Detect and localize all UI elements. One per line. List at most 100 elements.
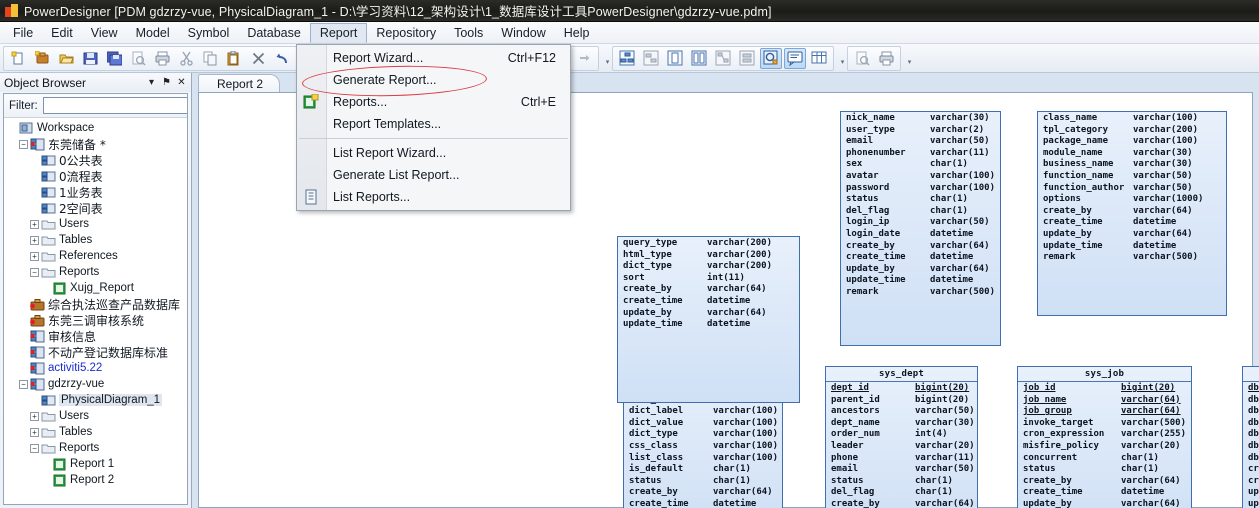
menu-help[interactable]: Help bbox=[555, 22, 599, 43]
pdm-table[interactable]: sys_deptdept_idbigint(20)<pk>parent_idbi… bbox=[825, 366, 978, 508]
tree-node[interactable]: 综合执法巡查产品数据库 bbox=[6, 296, 187, 312]
model-options-icon[interactable] bbox=[640, 48, 662, 69]
tree-node[interactable]: activiti5.22 bbox=[6, 360, 187, 376]
tree-expander-plus[interactable]: + bbox=[30, 427, 39, 437]
display-preferences-icon[interactable] bbox=[616, 48, 638, 69]
tree-node[interactable]: 0公共表 bbox=[6, 152, 187, 168]
tree-node[interactable]: Xujg_Report bbox=[6, 280, 187, 296]
undo-icon[interactable] bbox=[271, 48, 293, 69]
pdm-table[interactable]: nick_name varchar(30) user_type varchar(2) e… bbox=[840, 111, 1001, 346]
toolbar-overflow-5[interactable]: ▾ bbox=[905, 48, 914, 68]
tree-node[interactable]: + References bbox=[6, 248, 187, 264]
menu-report[interactable]: Report bbox=[309, 23, 368, 43]
tree-node[interactable]: + Tables bbox=[6, 424, 187, 440]
tree-expander-minus[interactable]: − bbox=[30, 267, 39, 277]
new-package-icon[interactable] bbox=[31, 48, 53, 69]
side-by-side-icon[interactable] bbox=[688, 48, 710, 69]
dropdown-menu-button[interactable]: ▾ bbox=[145, 76, 158, 90]
preview-icon[interactable] bbox=[851, 48, 873, 69]
menu-item-list-report-wizard[interactable]: List Report Wizard... bbox=[297, 142, 570, 164]
tree-expander-minus[interactable]: − bbox=[19, 379, 28, 389]
pdm-column-name: misfire_policy bbox=[1023, 440, 1099, 451]
new-model-icon[interactable] bbox=[7, 48, 29, 69]
menu-item-report-templates[interactable]: Report Templates... bbox=[297, 113, 570, 135]
print-preview-icon[interactable] bbox=[127, 48, 149, 69]
menu-model[interactable]: Model bbox=[127, 22, 179, 43]
menu-item-report-wizard[interactable]: Report Wizard... Ctrl+F12 bbox=[297, 47, 570, 69]
tree-expander-plus[interactable]: + bbox=[30, 411, 39, 421]
tree-expander-plus[interactable]: + bbox=[30, 235, 39, 245]
menu-database[interactable]: Database bbox=[238, 22, 310, 43]
tree-node[interactable]: 不动产登记数据库标准 bbox=[6, 344, 187, 360]
symbol-format-icon[interactable] bbox=[736, 48, 758, 69]
grid-icon[interactable] bbox=[808, 48, 830, 69]
pdm-column-key bbox=[779, 308, 799, 320]
tree-node[interactable]: 审核信息 bbox=[6, 328, 187, 344]
pdm-table[interactable]: sys_jobjob_idbigint(20)<pk>job_namevarch… bbox=[1017, 366, 1192, 508]
tree-node[interactable]: PhysicalDiagram_1 bbox=[6, 392, 187, 408]
pdm-column-row: create_time datetime bbox=[629, 499, 778, 508]
tree-node[interactable]: − gdzrzy-vue bbox=[6, 376, 187, 392]
menu-item-generate-list-report[interactable]: Generate List Report... bbox=[297, 164, 570, 186]
paste-icon[interactable] bbox=[223, 48, 245, 69]
print-icon[interactable] bbox=[151, 48, 173, 69]
toolbar-overflow-4[interactable]: ▾ bbox=[838, 48, 847, 68]
tree-node[interactable]: Workspace bbox=[6, 120, 187, 136]
tree-node[interactable]: Report 1 bbox=[6, 456, 187, 472]
pdm-column-name: css_class bbox=[629, 440, 678, 451]
tree-node[interactable]: + Users bbox=[6, 216, 187, 232]
filter-input[interactable] bbox=[42, 97, 187, 114]
menu-edit[interactable]: Edit bbox=[42, 22, 82, 43]
menu-view[interactable]: View bbox=[82, 22, 127, 43]
auto-layout-icon[interactable] bbox=[712, 48, 734, 69]
pdm-column-type: varchar(20) bbox=[915, 440, 975, 451]
pdm-column-row: password varchar(100) bbox=[846, 183, 996, 195]
menu-item-list-reports[interactable]: List Reports... bbox=[297, 186, 570, 208]
tree-expander-minus[interactable]: − bbox=[30, 443, 39, 453]
toolbar-overflow-3[interactable]: ▾ bbox=[603, 48, 612, 68]
object-browser-body: Filter: Workspace − 东莞储备 * 0公共表 0流程表 1业务表 2空间表… bbox=[3, 93, 188, 505]
menu-file[interactable]: File bbox=[4, 22, 42, 43]
tree-node[interactable]: 1业务表 bbox=[6, 184, 187, 200]
pdm-table[interactable]: class_name varchar(100) tpl_category varcha… bbox=[1037, 111, 1227, 316]
comment-icon[interactable] bbox=[784, 47, 806, 69]
align-right-icon[interactable] bbox=[573, 48, 595, 69]
pdm-column-type: char(1) bbox=[930, 205, 968, 216]
pdm-table[interactable]: query_type varchar(200) html_type varchar(2… bbox=[617, 236, 800, 403]
tree-node[interactable]: 2空间表 bbox=[6, 200, 187, 216]
save-icon[interactable] bbox=[79, 48, 101, 69]
tree-node[interactable]: − 东莞储备 * bbox=[6, 136, 187, 152]
copy-icon[interactable] bbox=[199, 48, 221, 69]
tree-expander-plus[interactable]: + bbox=[30, 219, 39, 229]
report-menu-dropdown[interactable]: Report Wizard... Ctrl+F12 Generate Report.… bbox=[296, 44, 571, 211]
tree-expander-plus[interactable]: + bbox=[30, 251, 39, 261]
close-button[interactable]: ✕ bbox=[175, 76, 188, 90]
menu-window[interactable]: Window bbox=[492, 22, 554, 43]
open-icon[interactable] bbox=[55, 48, 77, 69]
tree-node[interactable]: Report 2 bbox=[6, 472, 187, 488]
menu-tools[interactable]: Tools bbox=[445, 22, 492, 43]
tree-node[interactable]: + Tables bbox=[6, 232, 187, 248]
save-all-icon[interactable] bbox=[103, 48, 125, 69]
delete-icon[interactable] bbox=[247, 48, 269, 69]
pdm-column-type: char(1) bbox=[930, 194, 968, 205]
tree-expander-minus[interactable]: − bbox=[19, 139, 28, 149]
object-tree[interactable]: Workspace − 东莞储备 * 0公共表 0流程表 1业务表 2空间表 + Users + T… bbox=[4, 118, 187, 504]
tree-node[interactable]: − Reports bbox=[6, 264, 187, 280]
tab-report-2[interactable]: Report 2 bbox=[198, 74, 281, 93]
menu-repository[interactable]: Repository bbox=[367, 22, 445, 43]
pdm-table[interactable]: design_db_conndb_idbigint(20)<pk>db_conn… bbox=[1242, 366, 1259, 508]
pin-button[interactable]: ⚑ bbox=[160, 76, 173, 90]
menu-symbol[interactable]: Symbol bbox=[179, 22, 239, 43]
printer-icon[interactable] bbox=[875, 48, 897, 69]
view-diagram-icon[interactable] bbox=[760, 47, 782, 69]
tree-node[interactable]: − Reports bbox=[6, 440, 187, 456]
page-setup-icon[interactable] bbox=[664, 48, 686, 69]
pdm-column-type: varchar(64) bbox=[1133, 228, 1193, 239]
tree-node[interactable]: 0流程表 bbox=[6, 168, 187, 184]
menu-item-generate-report[interactable]: Generate Report... bbox=[297, 69, 570, 91]
tree-node[interactable]: + Users bbox=[6, 408, 187, 424]
menu-item-reports[interactable]: Reports... Ctrl+E bbox=[297, 91, 570, 113]
cut-icon[interactable] bbox=[175, 48, 197, 69]
tree-node[interactable]: 东莞三调审核系统 bbox=[6, 312, 187, 328]
